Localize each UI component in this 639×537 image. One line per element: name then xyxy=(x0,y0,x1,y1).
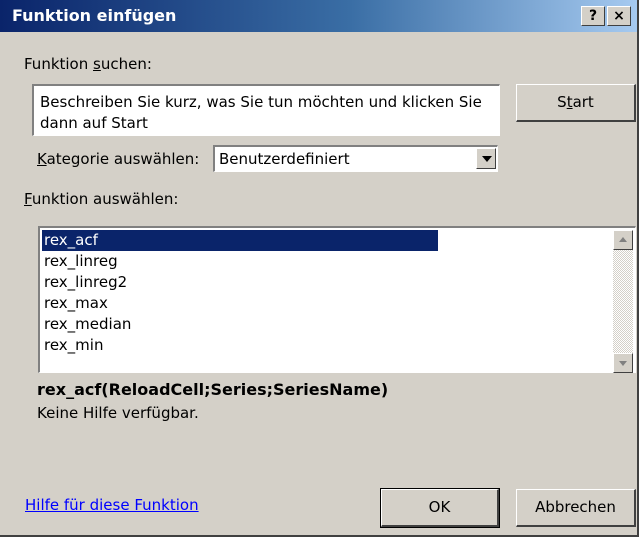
function-list[interactable]: rex_acf rex_linreg rex_linreg2 rex_max r… xyxy=(38,226,636,373)
category-select[interactable]: Benutzerdefiniert xyxy=(213,145,498,172)
list-item[interactable]: rex_acf xyxy=(41,229,439,252)
insert-function-dialog: Funktion einfügen ? × Funktion suchen: B… xyxy=(0,0,639,537)
list-item[interactable]: rex_max xyxy=(42,293,438,314)
function-description: Keine Hilfe verfügbar. xyxy=(37,404,199,422)
cancel-button[interactable]: Abbrechen xyxy=(516,489,636,527)
search-label-suffix: uchen: xyxy=(100,55,152,73)
list-scrollbar[interactable] xyxy=(613,230,633,373)
arrow-up-icon[interactable] xyxy=(613,230,633,250)
category-selected: Benutzerdefiniert xyxy=(219,150,350,168)
function-label-accel: F xyxy=(24,190,32,208)
category-label-accel: K xyxy=(37,150,47,168)
search-input[interactable]: Beschreiben Sie kurz, was Sie tun möchte… xyxy=(32,84,500,136)
category-label-rest: ategorie auswählen: xyxy=(46,150,200,168)
close-button[interactable]: × xyxy=(607,6,631,26)
start-label-prefix: S xyxy=(557,93,567,111)
title-bar[interactable]: Funktion einfügen ? × xyxy=(0,0,637,32)
list-item[interactable]: rex_min xyxy=(42,335,438,356)
search-label-accel: s xyxy=(93,55,101,73)
start-label-suffix: art xyxy=(572,93,594,111)
function-label-rest: unktion auswählen: xyxy=(31,190,179,208)
search-input-text: Beschreiben Sie kurz, was Sie tun möchte… xyxy=(40,93,482,132)
list-item[interactable]: rex_linreg xyxy=(42,251,438,272)
search-label: Funktion suchen: xyxy=(24,55,152,73)
category-label: Kategorie auswählen: xyxy=(37,150,199,168)
ok-button[interactable]: OK xyxy=(380,488,500,528)
function-signature: rex_acf(ReloadCell;Series;SeriesName) xyxy=(37,380,389,399)
arrow-down-icon[interactable] xyxy=(613,353,633,373)
search-label-prefix: Funktion xyxy=(24,55,94,73)
list-item[interactable]: rex_median xyxy=(42,314,438,335)
help-button[interactable]: ? xyxy=(581,6,605,26)
function-list-label: Funktion auswählen: xyxy=(24,190,178,208)
start-button[interactable]: Start xyxy=(516,84,636,122)
help-link[interactable]: Hilfe für diese Funktion xyxy=(25,496,199,514)
chevron-down-icon[interactable] xyxy=(476,148,496,169)
list-item[interactable]: rex_linreg2 xyxy=(42,272,438,293)
dialog-title: Funktion einfügen xyxy=(12,6,177,25)
